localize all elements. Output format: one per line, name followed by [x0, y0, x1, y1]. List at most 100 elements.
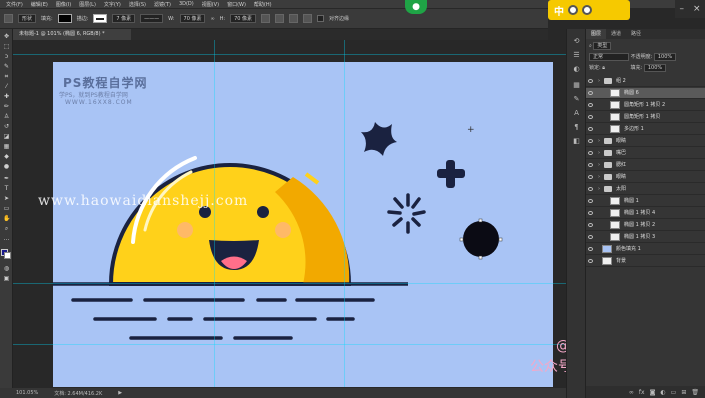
lock-icon[interactable]: 🔒︎	[602, 65, 605, 71]
crop-tool-icon[interactable]: ⌗	[3, 73, 10, 80]
type-tool-icon[interactable]: T	[3, 185, 10, 192]
visibility-eye-icon[interactable]	[588, 247, 593, 251]
expand-arrow-icon[interactable]: ›	[598, 160, 600, 171]
path-select-tool-icon[interactable]: ➤	[3, 195, 10, 202]
width-field[interactable]: 70 像素	[179, 14, 206, 23]
delete-layer-icon[interactable]: 🗑︎	[691, 389, 699, 396]
eyedropper-tool-icon[interactable]: ⁄	[3, 83, 10, 90]
layer-row[interactable]: › 太阳	[586, 184, 705, 195]
layer-row[interactable]: 颜色填充 1	[586, 244, 705, 255]
quick-select-tool-icon[interactable]: ✎	[3, 63, 10, 70]
layer-row[interactable]: › 眼睛	[586, 172, 705, 183]
new-group-icon[interactable]: ▭	[671, 389, 677, 396]
opacity-field[interactable]: 100%	[653, 53, 677, 61]
ime-toolbar[interactable]: 中	[548, 0, 630, 20]
visibility-eye-icon[interactable]	[588, 175, 593, 179]
settings-gear-icon[interactable]	[303, 14, 313, 23]
layer-filter-select[interactable]: 类型	[593, 42, 612, 50]
shape-tool-icon[interactable]: ▭	[3, 205, 10, 212]
height-field[interactable]: 70 像素	[230, 14, 257, 23]
visibility-eye-icon[interactable]	[588, 139, 593, 143]
pen-tool-icon[interactable]: ✒	[3, 175, 10, 182]
menu-item[interactable]: 编辑(E)	[31, 1, 48, 8]
layer-row[interactable]: 椭圆 1 拷贝 3	[586, 232, 705, 243]
layer-row[interactable]: 多边形 1	[586, 124, 705, 135]
visibility-eye-icon[interactable]	[588, 199, 593, 203]
status-arrow-icon[interactable]: ▶	[118, 390, 122, 396]
visibility-eye-icon[interactable]	[588, 91, 593, 95]
dodge-tool-icon[interactable]: ●	[3, 163, 10, 170]
expand-arrow-icon[interactable]: ›	[598, 136, 600, 147]
zoom-tool-icon[interactable]: ⌕	[3, 225, 10, 232]
visibility-eye-icon[interactable]	[588, 79, 593, 83]
brush-tool-icon[interactable]: ✏	[3, 103, 10, 110]
gradient-tool-icon[interactable]: ▦	[3, 143, 10, 150]
layer-row[interactable]: 椭圆 6	[586, 88, 705, 99]
new-layer-icon[interactable]: ⊞	[681, 389, 686, 396]
expand-arrow-icon[interactable]: ›	[598, 184, 600, 195]
path-align-icon[interactable]	[275, 14, 285, 23]
menu-item[interactable]: 图像(I)	[56, 1, 71, 8]
layer-row[interactable]: 圆角矩形 1 拷贝	[586, 112, 705, 123]
visibility-eye-icon[interactable]	[588, 163, 593, 167]
path-arrange-icon[interactable]	[289, 14, 299, 23]
tool-mode-select[interactable]: 形状	[18, 14, 37, 23]
brush-panel-icon[interactable]: ✎	[572, 95, 581, 104]
menu-item[interactable]: 视图(V)	[202, 1, 219, 8]
layer-row[interactable]: › 眼睛	[586, 136, 705, 147]
link-layers-icon[interactable]: ∞	[629, 389, 634, 396]
mask-icon[interactable]: ◙	[650, 389, 656, 396]
layer-row[interactable]: 椭圆 1 拷贝 4	[586, 208, 705, 219]
shape-tool-icon[interactable]	[4, 14, 13, 23]
link-icon[interactable]: ∞	[210, 16, 214, 22]
layers-panel-icon[interactable]: ◧	[572, 137, 581, 146]
visibility-eye-icon[interactable]	[588, 259, 593, 263]
fx-icon[interactable]: fx	[639, 389, 645, 396]
quick-mask-icon[interactable]: ◍	[3, 265, 10, 272]
visibility-eye-icon[interactable]	[588, 211, 593, 215]
hand-tool-icon[interactable]: ✋	[3, 215, 10, 222]
adjust-icon[interactable]: ◐	[572, 65, 581, 74]
visibility-eye-icon[interactable]	[588, 187, 593, 191]
move-tool-icon[interactable]: ✥	[3, 33, 10, 40]
layer-row[interactable]: › 腮红	[586, 160, 705, 171]
canvas-area[interactable]: + PS教程自学网 学PS，就到PS教程自学网 WWW.16XX8.COM	[13, 40, 566, 387]
layer-row[interactable]: 背景	[586, 256, 705, 267]
ime-mode-label[interactable]: 中	[554, 3, 564, 18]
path-ops-icon[interactable]	[261, 14, 271, 23]
expand-arrow-icon[interactable]: ›	[598, 148, 600, 159]
tab-paths[interactable]: 路径	[626, 29, 646, 39]
visibility-eye-icon[interactable]	[588, 127, 593, 131]
menu-item[interactable]: 3D(D)	[179, 1, 194, 7]
stroke-type-select[interactable]: ———	[140, 14, 164, 23]
menu-item[interactable]: 滤镜(T)	[154, 1, 171, 8]
visibility-eye-icon[interactable]	[588, 115, 593, 119]
eraser-tool-icon[interactable]: ◪	[3, 133, 10, 140]
character-icon[interactable]: A	[572, 109, 581, 118]
history-brush-icon[interactable]: ↺	[3, 123, 10, 130]
properties-icon[interactable]: ☰	[572, 51, 581, 60]
document-tab[interactable]: 未标题-1 @ 101% (椭圆 6, RGB/8) *	[13, 29, 131, 40]
blur-tool-icon[interactable]: ◆	[3, 153, 10, 160]
menu-item[interactable]: 窗口(W)	[227, 1, 246, 8]
history-icon[interactable]: ⟲	[572, 37, 581, 46]
menu-item[interactable]: 文件(F)	[6, 1, 23, 8]
menu-item[interactable]: 帮助(H)	[254, 1, 272, 8]
visibility-eye-icon[interactable]	[588, 235, 593, 239]
minimize-icon[interactable]: –	[679, 4, 684, 14]
visibility-eye-icon[interactable]	[588, 151, 593, 155]
record-icon[interactable]: ●	[405, 0, 427, 14]
paragraph-icon[interactable]: ¶	[572, 123, 581, 132]
marquee-tool-icon[interactable]: ⬚	[3, 43, 10, 50]
close-icon[interactable]: ×	[693, 4, 701, 14]
swatches-icon[interactable]: ▦	[572, 81, 581, 90]
tab-layers[interactable]: 图层	[586, 29, 607, 39]
expand-arrow-icon[interactable]: ›	[598, 172, 600, 183]
layer-row[interactable]: › 组 2	[586, 76, 705, 87]
layer-row[interactable]: › 嘴巴	[586, 148, 705, 159]
more-tools-icon[interactable]: …	[3, 235, 10, 242]
fill-field[interactable]: 100%	[643, 64, 667, 72]
layer-row[interactable]: 椭圆 1	[586, 196, 705, 207]
layer-row[interactable]: 椭圆 1 拷贝 2	[586, 220, 705, 231]
screen-mode-icon[interactable]: ▣	[3, 275, 10, 282]
